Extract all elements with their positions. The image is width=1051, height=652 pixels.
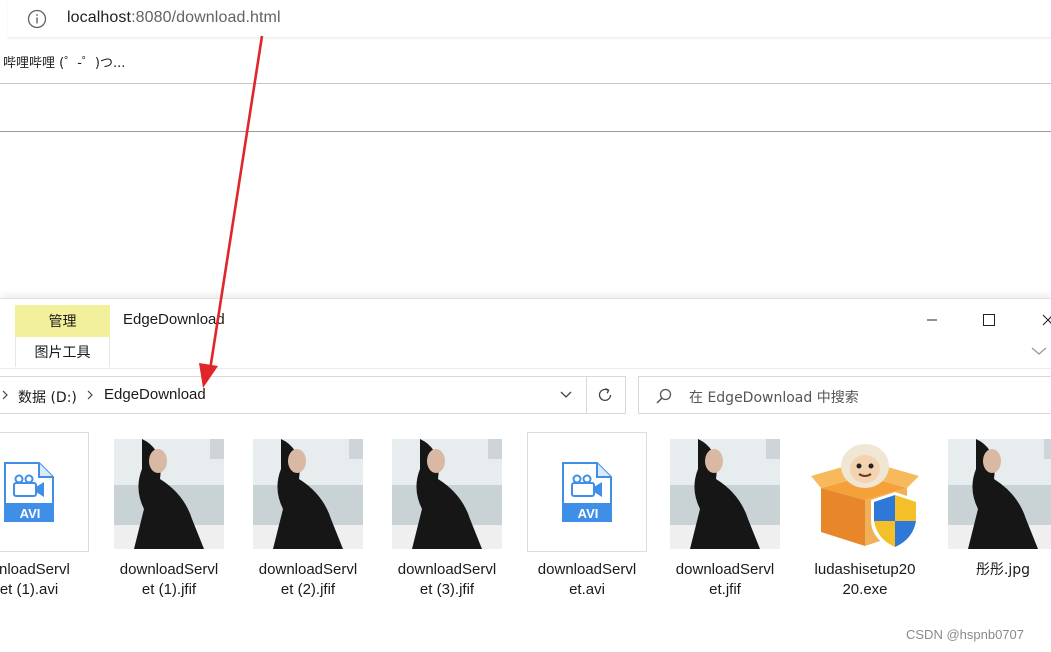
file-name: downloadServl et.avi	[525, 560, 649, 600]
file-name-line2: et (2).jfif	[280, 581, 336, 598]
address-path-box[interactable]: 数据 (D:) EdgeDownload	[0, 376, 626, 414]
chevron-down-icon[interactable]	[559, 390, 573, 400]
file-name-line2: et (1).avi	[0, 581, 59, 598]
file-thumbnail	[250, 436, 366, 552]
file-item[interactable]: 彤彤.jpg	[941, 432, 1051, 602]
file-name-line1: downloadServl	[258, 561, 358, 578]
photo-thumbnail-image	[253, 439, 363, 549]
file-thumbnail	[667, 436, 783, 552]
photo-thumbnail-image	[948, 439, 1051, 549]
url-text[interactable]: localhost:8080/download.html	[67, 9, 281, 27]
window-title: EdgeDownload	[123, 311, 225, 328]
installer-exe-icon	[811, 444, 919, 550]
file-thumbnail	[945, 436, 1051, 552]
close-icon	[1042, 314, 1051, 326]
ribbon-tab-manage[interactable]: 管理	[15, 305, 110, 337]
minimize-icon	[927, 319, 937, 321]
file-name-line1: 彤彤.jpg	[975, 562, 1031, 578]
file-name-line1: ludashisetup20	[814, 561, 916, 578]
file-name: downloadServl et (1).jfif	[107, 560, 231, 600]
chevron-right-icon[interactable]	[0, 389, 10, 401]
path-divider	[586, 377, 587, 413]
avi-badge: AVI	[19, 506, 41, 521]
file-thumbnail	[389, 436, 505, 552]
file-name-line2: 20.exe	[842, 581, 888, 598]
file-thumbnail: AVI	[527, 432, 647, 552]
file-thumbnail	[807, 436, 923, 552]
chevron-right-icon[interactable]	[85, 389, 95, 401]
file-name-line1: wnloadServl	[0, 561, 70, 578]
file-thumbnail: AVI	[0, 432, 89, 552]
file-name-line2: et (3).jfif	[419, 581, 475, 598]
file-name: downloadServl et.jfif	[663, 560, 787, 600]
photo-thumbnail-image	[670, 439, 780, 549]
csdn-watermark: CSDN @hspnb0707	[906, 627, 1024, 642]
file-explorer-window: 管理 图片工具 EdgeDownload 数据 (D:) EdgeDownloa…	[0, 298, 1051, 652]
file-name-line1: downloadServl	[397, 561, 497, 578]
bookmark-bilibili[interactable]: 哔哩哔哩 (゜-゜)つ...	[3, 52, 125, 71]
file-name-line1: downloadServl	[537, 561, 637, 578]
file-thumbnail	[111, 436, 227, 552]
refresh-icon[interactable]	[595, 385, 615, 405]
file-name-line1: downloadServl	[119, 561, 219, 578]
ribbon-divider	[0, 368, 1051, 369]
file-name-line1: downloadServl	[675, 561, 775, 578]
search-icon	[656, 388, 672, 404]
file-name-line2: et.jfif	[709, 581, 741, 598]
search-box[interactable]: 在 EdgeDownload 中搜索	[638, 376, 1051, 414]
info-icon[interactable]	[27, 9, 47, 29]
url-rest: :8080/download.html	[131, 9, 281, 26]
file-name: ludashisetup20 20.exe	[803, 560, 927, 600]
avi-badge: AVI	[577, 506, 599, 521]
breadcrumb-edgedownload[interactable]: EdgeDownload	[104, 386, 206, 403]
url-host: localhost	[67, 9, 132, 26]
file-item[interactable]: AVI wnloadServl et (1).avi	[0, 432, 91, 602]
file-name-line2: et (1).jfif	[141, 581, 197, 598]
file-name-line2: et.avi	[569, 581, 605, 598]
photo-thumbnail-image	[392, 439, 502, 549]
close-button[interactable]	[1028, 305, 1051, 335]
file-name: 彤彤.jpg	[941, 560, 1051, 580]
search-input[interactable]: 在 EdgeDownload 中搜索	[689, 387, 859, 407]
maximize-button[interactable]	[969, 305, 1009, 335]
page-horizontal-rule	[0, 131, 1051, 132]
file-item[interactable]: downloadServl et (3).jfif	[385, 432, 509, 602]
file-name: downloadServl et (3).jfif	[385, 560, 509, 600]
file-item[interactable]: downloadServl et (1).jfif	[107, 432, 231, 602]
address-bar[interactable]: localhost:8080/download.html	[8, 0, 1051, 38]
file-item[interactable]: AVI downloadServl et.avi	[525, 432, 649, 602]
photo-thumbnail-image	[114, 439, 224, 549]
breadcrumb-drive-d[interactable]: 数据 (D:)	[18, 387, 77, 407]
maximize-icon	[983, 314, 995, 326]
ribbon-tab-picture-tools[interactable]: 图片工具	[15, 337, 110, 367]
file-name: wnloadServl et (1).avi	[0, 560, 91, 600]
chevron-down-icon[interactable]	[1029, 343, 1049, 359]
file-item[interactable]: downloadServl et (2).jfif	[246, 432, 370, 602]
file-item[interactable]: downloadServl et.jfif	[663, 432, 787, 602]
file-item[interactable]: ludashisetup20 20.exe	[803, 432, 927, 602]
bookmarks-bar: 哔哩哔哩 (゜-゜)つ...	[0, 40, 1051, 84]
minimize-button[interactable]	[912, 305, 952, 335]
file-name: downloadServl et (2).jfif	[246, 560, 370, 600]
